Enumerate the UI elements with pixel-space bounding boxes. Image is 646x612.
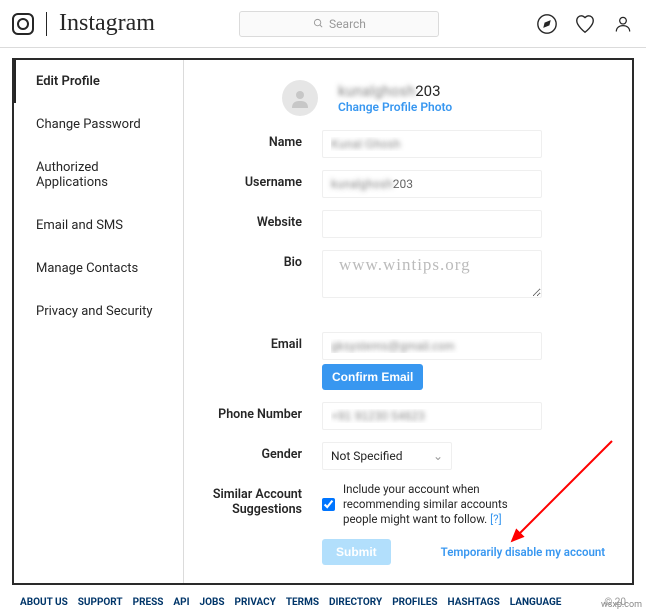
avatar[interactable] [282,80,318,116]
sidebar-item-privacy-security[interactable]: Privacy and Security [14,290,183,333]
sidebar-item-edit-profile[interactable]: Edit Profile [14,60,183,103]
website-input[interactable] [322,210,542,238]
gender-select[interactable]: Not Specified ⌄ [322,442,452,470]
gender-value: Not Specified [331,449,403,463]
label-email: Email [202,332,322,352]
similar-accounts-checkbox[interactable] [322,482,335,527]
similar-accounts-text: Include your account when recommending s… [343,482,542,527]
similar-help-link[interactable]: [?] [490,512,502,526]
confirm-email-button[interactable]: Confirm Email [322,364,423,390]
top-bar: Instagram Search [0,0,646,48]
sidebar-item-authorized-apps[interactable]: Authorized Applications [14,146,183,204]
disable-account-link[interactable]: Temporarily disable my account [441,545,606,559]
change-photo-link[interactable]: Change Profile Photo [338,100,452,114]
activity-heart-icon[interactable] [574,13,596,35]
username-heading: kunalghosh203 [338,82,452,100]
sidebar-item-email-sms[interactable]: Email and SMS [14,204,183,247]
instagram-wordmark[interactable]: Instagram [59,10,155,37]
footer-link[interactable]: ABOUT US [20,597,68,608]
footer-link[interactable]: PRIVACY [235,597,276,608]
footer-nav: ABOUT US SUPPORT PRESS API JOBS PRIVACY … [0,593,646,612]
search-placeholder: Search [329,17,366,31]
chevron-down-icon: ⌄ [433,449,443,463]
footer-link[interactable]: SUPPORT [78,597,123,608]
name-input[interactable] [322,130,542,158]
sidebar-item-change-password[interactable]: Change Password [14,103,183,146]
label-website: Website [202,210,322,230]
footer-link[interactable]: PRESS [133,597,164,608]
footer-link[interactable]: LANGUAGE [510,597,562,608]
footer-link[interactable]: TERMS [286,597,319,608]
label-gender: Gender [202,442,322,462]
source-watermark: wsxp.com [601,600,642,610]
explore-icon[interactable] [536,13,558,35]
settings-panel: Edit Profile Change Password Authorized … [12,58,634,585]
footer-link[interactable]: DIRECTORY [329,597,382,608]
label-similar: Similar Account Suggestions [202,482,322,517]
profile-icon[interactable] [612,13,634,35]
settings-sidebar: Edit Profile Change Password Authorized … [14,60,184,583]
label-phone: Phone Number [202,402,322,422]
footer-link[interactable]: JOBS [200,597,225,608]
username-input[interactable]: kunalghosh203 [322,170,542,198]
bio-input[interactable] [322,250,542,298]
instagram-glyph-icon[interactable] [12,13,34,35]
email-input[interactable] [322,332,542,360]
submit-button[interactable]: Submit [322,539,391,565]
search-input[interactable]: Search [239,11,439,37]
divider [46,12,47,36]
edit-profile-form: kunalghosh203 Change Profile Photo Name … [184,60,632,583]
label-name: Name [202,130,322,150]
footer-link[interactable]: API [173,597,189,608]
sidebar-item-manage-contacts[interactable]: Manage Contacts [14,247,183,290]
footer-link[interactable]: HASHTAGS [448,597,500,608]
phone-input[interactable] [322,402,542,430]
label-bio: Bio [202,250,322,270]
footer-link[interactable]: PROFILES [392,597,437,608]
label-username: Username [202,170,322,190]
